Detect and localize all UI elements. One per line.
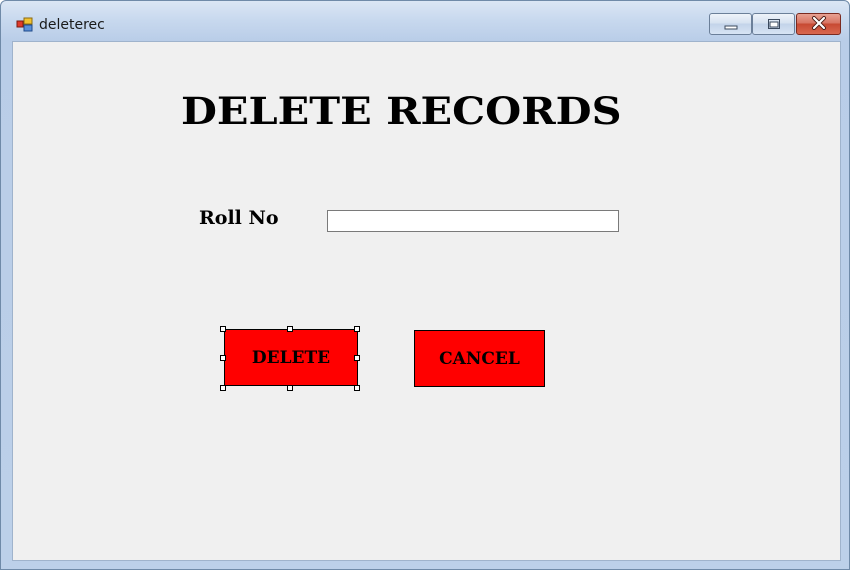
app-window: deleterec DELETE RECORDS Roll No DELETE … — [0, 0, 850, 570]
selection-handle-bottom-center[interactable] — [287, 385, 293, 391]
selection-handle-top-right[interactable] — [354, 326, 360, 332]
close-icon — [811, 15, 827, 34]
minimize-button[interactable] — [709, 13, 752, 35]
selection-handle-bottom-left[interactable] — [220, 385, 226, 391]
delete-button[interactable]: DELETE — [224, 329, 358, 386]
title-bar[interactable]: deleterec — [1, 1, 849, 41]
minimize-icon — [724, 15, 738, 34]
page-title: DELETE RECORDS — [181, 89, 622, 133]
selection-handle-top-left[interactable] — [220, 326, 226, 332]
close-button[interactable] — [796, 13, 841, 35]
cancel-button[interactable]: CANCEL — [414, 330, 545, 387]
maximize-icon — [767, 15, 781, 34]
selection-handle-bottom-right[interactable] — [354, 385, 360, 391]
maximize-button[interactable] — [752, 13, 795, 35]
roll-no-input[interactable] — [327, 210, 619, 232]
window-title: deleterec — [39, 17, 105, 33]
form-client-area: DELETE RECORDS Roll No DELETE CANCEL — [12, 41, 841, 561]
selection-handle-top-center[interactable] — [287, 326, 293, 332]
selection-handle-middle-right[interactable] — [354, 355, 360, 361]
roll-no-label: Roll No — [199, 207, 279, 229]
selection-handle-middle-left[interactable] — [220, 355, 226, 361]
form-icon — [16, 16, 34, 32]
